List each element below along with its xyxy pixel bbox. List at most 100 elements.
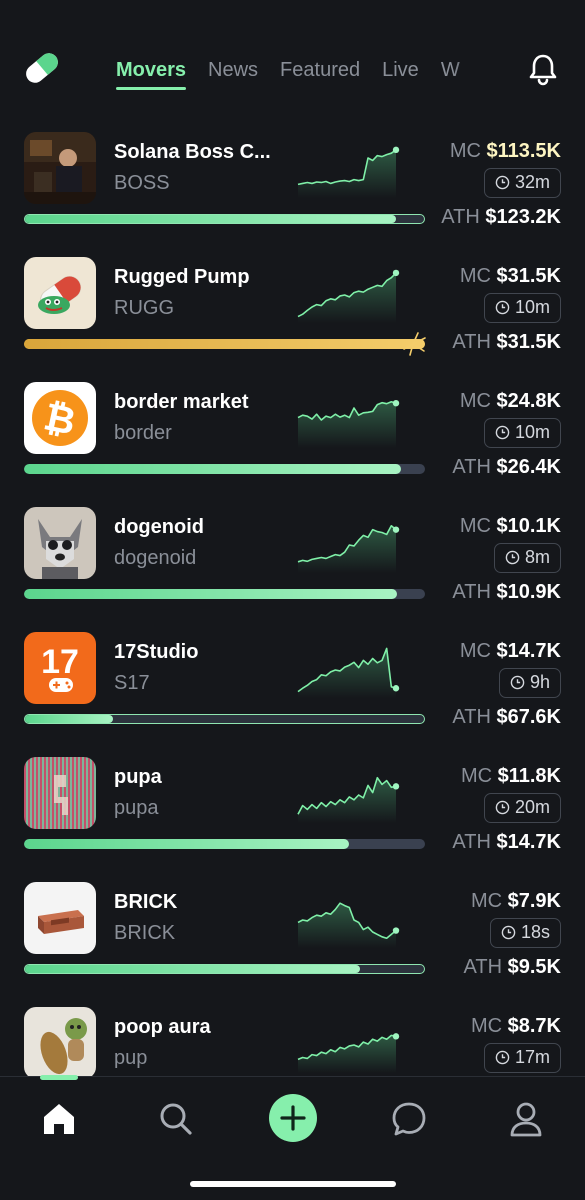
home-icon[interactable] xyxy=(39,1099,79,1139)
ath-progress-bar xyxy=(24,464,425,474)
token-row[interactable]: Rugged Pump RUGG MC $31.5K 10m ATH $31.5… xyxy=(0,251,585,376)
token-row[interactable]: pupa pupa MC $11.8K 20m ATH $14.7K xyxy=(0,751,585,876)
tab-movers[interactable]: Movers xyxy=(116,56,187,92)
price-sparkline xyxy=(297,647,400,698)
tab-featured[interactable]: Featured xyxy=(280,56,360,92)
sparkline-endpoint xyxy=(392,1033,400,1040)
category-tabs: Movers News Featured Live W xyxy=(116,56,483,96)
create-button[interactable] xyxy=(269,1094,317,1142)
ath-progress-fill xyxy=(24,839,349,849)
active-tab-indicator xyxy=(40,1075,78,1080)
token-name: pupa xyxy=(114,766,162,788)
ath-progress-fill xyxy=(25,715,113,723)
token-symbol: BRICK xyxy=(114,922,176,944)
age-badge: 32m xyxy=(483,168,561,198)
sparkline-area xyxy=(298,272,396,323)
sparkline-endpoint xyxy=(392,269,400,277)
all-time-high: ATH $14.7K xyxy=(452,831,561,853)
token-symbol: pup xyxy=(114,1047,148,1069)
token-name: dogenoid xyxy=(114,516,204,538)
all-time-high: ATH $10.9K xyxy=(452,581,561,603)
ath-progress-fill xyxy=(25,215,397,223)
chat-icon[interactable] xyxy=(389,1099,429,1139)
token-symbol: border xyxy=(114,422,172,444)
age-badge: 10m xyxy=(483,418,561,448)
svg-text:17: 17 xyxy=(41,643,79,681)
token-row[interactable]: Solana Boss C... BOSS MC $113.5K 32m ATH… xyxy=(0,126,585,251)
search-icon[interactable] xyxy=(156,1099,196,1139)
token-symbol: RUGG xyxy=(114,297,174,319)
market-cap: MC $8.7K xyxy=(470,1015,561,1037)
market-cap: MC $7.9K xyxy=(470,890,561,912)
price-sparkline xyxy=(297,776,400,823)
token-symbol: pupa xyxy=(114,797,159,819)
ath-progress-bar xyxy=(24,589,425,599)
ath-progress-bar xyxy=(24,214,425,224)
token-row[interactable]: dogenoid dogenoid MC $10.1K 8m ATH $10.9… xyxy=(0,501,585,626)
bottom-nav xyxy=(0,1075,585,1200)
profile-icon[interactable] xyxy=(506,1099,546,1139)
token-row[interactable]: ₿ border market border MC $24.8K 10m ATH… xyxy=(0,376,585,501)
price-sparkline xyxy=(297,525,400,573)
token-name: BRICK xyxy=(114,891,178,913)
market-cap: MC $14.7K xyxy=(459,640,561,662)
ath-progress-bar xyxy=(24,339,425,349)
token-name: Rugged Pump xyxy=(114,266,250,288)
ath-progress-fill xyxy=(24,464,401,474)
market-cap: MC $24.8K xyxy=(459,390,561,412)
token-row[interactable]: 17 17Studio S17 MC $14.7K 9h ATH $67.6K xyxy=(0,626,585,751)
sparkline-endpoint xyxy=(392,685,400,692)
sparkline-area xyxy=(298,903,396,948)
sparkline-endpoint xyxy=(392,927,400,934)
token-name: poop aura xyxy=(114,1016,211,1038)
age-badge: 9h xyxy=(498,668,561,698)
home-indicator xyxy=(190,1181,396,1187)
token-thumbnail: ₿ xyxy=(24,382,96,454)
token-row[interactable]: BRICK BRICK MC $7.9K 18s ATH $9.5K xyxy=(0,876,585,1001)
price-sparkline xyxy=(297,1033,400,1073)
price-sparkline xyxy=(297,400,400,448)
price-sparkline xyxy=(297,902,400,948)
clock-icon xyxy=(505,550,520,565)
token-name: 17Studio xyxy=(114,641,199,663)
age-badge: 8m xyxy=(493,543,561,573)
sparkline-endpoint xyxy=(392,146,400,154)
token-symbol: BOSS xyxy=(114,172,170,194)
ath-progress-fill xyxy=(24,589,397,599)
token-thumbnail xyxy=(24,757,96,829)
token-name: border market xyxy=(114,391,249,413)
all-time-high: ATH $9.5K xyxy=(463,956,561,978)
token-thumbnail xyxy=(24,257,96,329)
plus-icon xyxy=(280,1105,306,1131)
token-thumbnail xyxy=(24,132,96,204)
pill-logo-icon[interactable] xyxy=(22,48,62,88)
price-sparkline xyxy=(297,146,400,198)
clock-icon xyxy=(495,300,510,315)
clock-icon xyxy=(510,675,525,690)
ath-progress-bar xyxy=(24,839,425,849)
sparkline-area xyxy=(298,401,396,448)
tabs-fade xyxy=(453,50,483,94)
clock-icon xyxy=(495,175,510,190)
sparkline-endpoint xyxy=(392,783,400,790)
sparkline-endpoint xyxy=(392,400,400,407)
clock-icon xyxy=(495,800,510,815)
age-badge: 17m xyxy=(483,1043,561,1073)
bell-icon[interactable] xyxy=(526,52,560,86)
age-badge: 18s xyxy=(489,918,561,948)
tab-news[interactable]: News xyxy=(208,56,258,92)
sparkline-area xyxy=(298,648,396,698)
sparkline-endpoint xyxy=(392,526,400,533)
market-cap: MC $11.8K xyxy=(460,765,561,787)
clock-icon xyxy=(495,425,510,440)
all-time-high: ATH $67.6K xyxy=(452,706,561,728)
token-name: Solana Boss C... xyxy=(114,141,271,163)
ath-progress-fill xyxy=(24,339,425,349)
price-sparkline xyxy=(297,269,400,323)
age-badge: 10m xyxy=(483,293,561,323)
market-cap: MC $31.5K xyxy=(459,265,561,287)
token-thumbnail: 17 xyxy=(24,632,96,704)
tab-live[interactable]: Live xyxy=(382,56,419,92)
clock-icon xyxy=(501,925,516,940)
token-symbol: dogenoid xyxy=(114,547,197,569)
